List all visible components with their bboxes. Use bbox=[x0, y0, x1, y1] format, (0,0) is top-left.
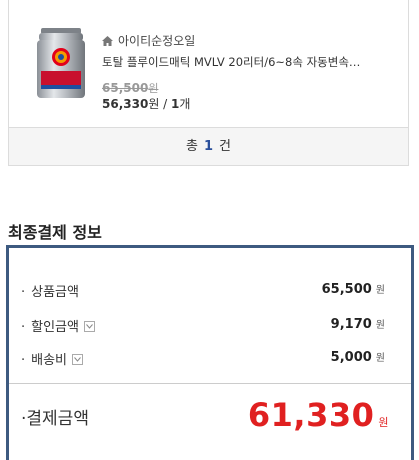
bullet: · bbox=[21, 353, 26, 368]
line-product-amount: · 상품금액 bbox=[21, 281, 79, 300]
final-label-text: 결제금액 bbox=[26, 409, 89, 429]
quantity-unit: 개 bbox=[179, 97, 191, 111]
chevron-down-icon[interactable] bbox=[72, 354, 84, 365]
shipping-fee-value: 5,000 원 bbox=[331, 349, 385, 365]
original-price: 65,500원 bbox=[102, 80, 158, 96]
original-price-unit: 원 bbox=[148, 82, 159, 95]
line-label: 배송비 bbox=[31, 353, 68, 368]
seller-label: 아이티순정오일 bbox=[118, 34, 196, 48]
bullet: · bbox=[21, 320, 26, 335]
home-icon bbox=[102, 35, 113, 49]
line-discount-amount: · 할인금액 bbox=[21, 316, 95, 335]
final-amount-value: 61,330 bbox=[247, 396, 375, 434]
order-item-box: 아이티순정오일 토탈 플루이드매틱 MVLV 20리터/6~8속 자동변속… 6… bbox=[8, 0, 409, 166]
price-separator: / bbox=[159, 97, 172, 111]
total-suffix: 건 bbox=[219, 139, 231, 154]
product-name[interactable]: 토탈 플루이드매틱 MVLV 20리터/6~8속 자동변속… bbox=[102, 54, 392, 70]
bullet: · bbox=[21, 285, 26, 300]
amount-unit: 원 bbox=[375, 320, 385, 331]
payment-summary-box: · 상품금액 65,500 원 · 할인금액 9,170 원 · 배송비 5,000 원 ·… bbox=[6, 245, 414, 460]
product-row[interactable]: 아이티순정오일 토탈 플루이드매틱 MVLV 20리터/6~8속 자동변속… 6… bbox=[9, 0, 408, 125]
sale-price-unit: 원 bbox=[148, 97, 160, 111]
original-price-value: 65,500 bbox=[102, 81, 149, 95]
amount-value: 5,000 bbox=[330, 350, 372, 365]
sale-price: 56,330원 / 1개 bbox=[102, 95, 190, 112]
section-title: 최종결제 정보 bbox=[8, 223, 102, 242]
total-prefix: 총 bbox=[186, 139, 198, 154]
sale-price-value: 56,330 bbox=[102, 97, 149, 111]
final-amount-label: ·결제금액 bbox=[21, 404, 89, 429]
seller-name[interactable]: 아이티순정오일 bbox=[102, 32, 195, 49]
product-thumbnail[interactable] bbox=[31, 24, 91, 102]
amount-unit: 원 bbox=[375, 285, 385, 296]
order-count-bar: 총1건 bbox=[9, 127, 408, 165]
amount-unit: 원 bbox=[375, 353, 385, 364]
amount-value: 65,500 bbox=[321, 282, 372, 297]
line-label: 할인금액 bbox=[31, 320, 79, 335]
discount-amount-value: 9,170 원 bbox=[331, 316, 385, 332]
line-label: 상품금액 bbox=[31, 285, 79, 300]
amount-value: 9,170 bbox=[330, 317, 372, 332]
final-amount-unit: 원 bbox=[378, 416, 389, 429]
total-count: 1 bbox=[203, 139, 214, 154]
divider bbox=[9, 383, 411, 384]
chevron-down-icon[interactable] bbox=[83, 321, 95, 332]
line-shipping-fee: · 배송비 bbox=[21, 349, 84, 368]
product-amount-value: 65,500 원 bbox=[322, 281, 385, 297]
final-amount: 61,330 원 bbox=[248, 396, 389, 434]
